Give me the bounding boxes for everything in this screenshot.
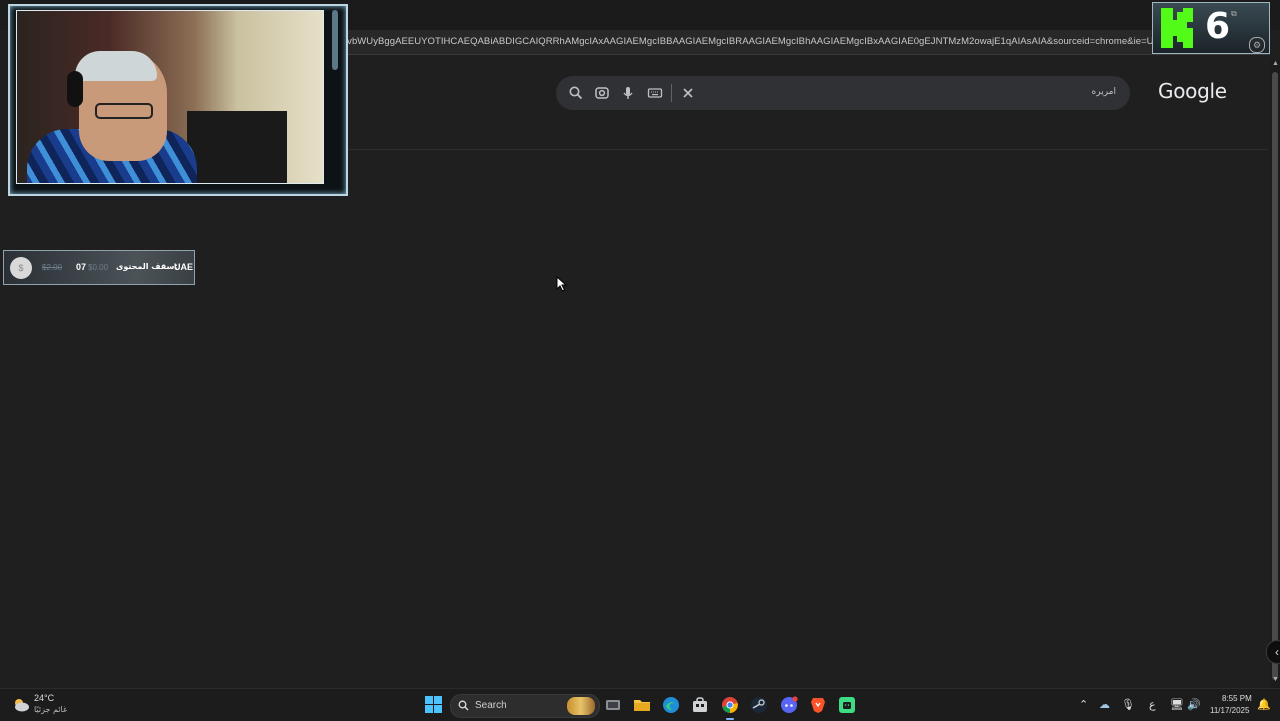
ticker-amount-faint: $0.00 [88,263,109,272]
scroll-up-arrow-icon[interactable]: ▲ [1272,60,1279,67]
kick-settings-icon: ⚙ [1249,37,1265,53]
search-query-text[interactable]: امريره [1092,87,1116,97]
file-explorer-icon[interactable] [633,696,651,714]
language-indicator[interactable]: ع [1149,698,1156,711]
kick-restore-icon: ⧉ [1231,9,1237,18]
discord-icon[interactable] [780,696,798,714]
url-text[interactable]: jvbWUyBggAEEUYOTIHCAEQABiABDIGCAIQRRhAMg… [345,36,1174,47]
search-highlight-art [567,697,595,715]
clock-date[interactable]: 11/17/2025 [1210,706,1249,715]
webcam-person-glasses [95,103,153,119]
ticker-label: سقف المحتوى: [116,262,178,271]
side-panel-toggle-icon[interactable]: ‹ [1266,640,1280,664]
ticker-amount-strike: $2.00 [42,263,63,272]
task-view-icon[interactable] [604,696,622,714]
taskbar-search-icon [458,700,469,711]
kick-logo-icon [1161,8,1193,48]
kick-count: 6 [1205,6,1231,47]
chrome-icon[interactable] [721,696,739,714]
windows-taskbar: 24°C غائم جزئيًا Search ⌃ ☁ 🎙 ع 🖥 🔊 8:55… [0,688,1280,721]
weather-cloud-icon[interactable] [12,697,30,713]
volume-icon[interactable]: 🔊 [1187,698,1201,711]
taskbar-search-label: Search [475,700,507,711]
start-icon[interactable] [425,696,442,713]
android-icon[interactable] [838,696,856,714]
webcam-frame-decoration [332,10,338,70]
clock-time[interactable]: 8:55 PM [1222,694,1252,703]
donation-ticker: $ $2.00 07 $0.00 سقف المحتوى: UAE [3,250,195,285]
scroll-down-arrow-icon[interactable]: ▼ [1272,676,1279,683]
weather-temperature[interactable]: 24°C [34,693,54,703]
address-bar[interactable]: jvbWUyBggAEEUYOTIHCAEQABiABDIGCAIQRRhAMg… [330,30,1270,55]
taskbar-search-box[interactable]: Search [450,694,600,718]
clear-icon[interactable] [680,85,696,101]
search-icon[interactable] [568,85,584,101]
results-divider [346,149,1268,150]
search-box[interactable]: امريره [556,76,1130,110]
steam-icon[interactable] [750,696,768,714]
onedrive-icon[interactable]: ☁ [1099,698,1110,711]
notification-bell-icon[interactable]: 🔔 [1257,698,1271,711]
kick-follower-badge: 6 ⧉ ⚙ [1152,2,1270,54]
ticker-country: UAE [174,262,194,272]
weather-description[interactable]: غائم جزئيًا [34,705,67,714]
webcam-person-headset [67,71,83,107]
mic-icon[interactable] [620,85,636,101]
page-scrollbar[interactable] [1270,60,1280,688]
ticker-count: 07 [76,262,87,272]
mic-tray-icon[interactable]: 🎙 [1121,698,1135,711]
google-logo[interactable]: Google [1158,79,1227,103]
webcam-overlay [8,4,348,196]
coin-icon: $ [10,257,32,279]
scroll-thumb[interactable] [1272,72,1278,680]
brave-icon[interactable] [809,696,827,714]
network-icon[interactable]: 🖥 [1170,698,1184,711]
tray-overflow-chevron-icon[interactable]: ⌃ [1079,698,1088,711]
edge-icon[interactable] [662,696,680,714]
webcam-person-cap [75,51,157,81]
search-box-divider [671,84,672,102]
webcam-background-monitor [187,111,287,183]
lens-icon[interactable] [594,85,610,101]
webcam-video [16,10,324,184]
keyboard-icon[interactable] [647,85,663,101]
store-icon[interactable] [691,696,709,714]
mouse-cursor-icon [556,276,568,292]
